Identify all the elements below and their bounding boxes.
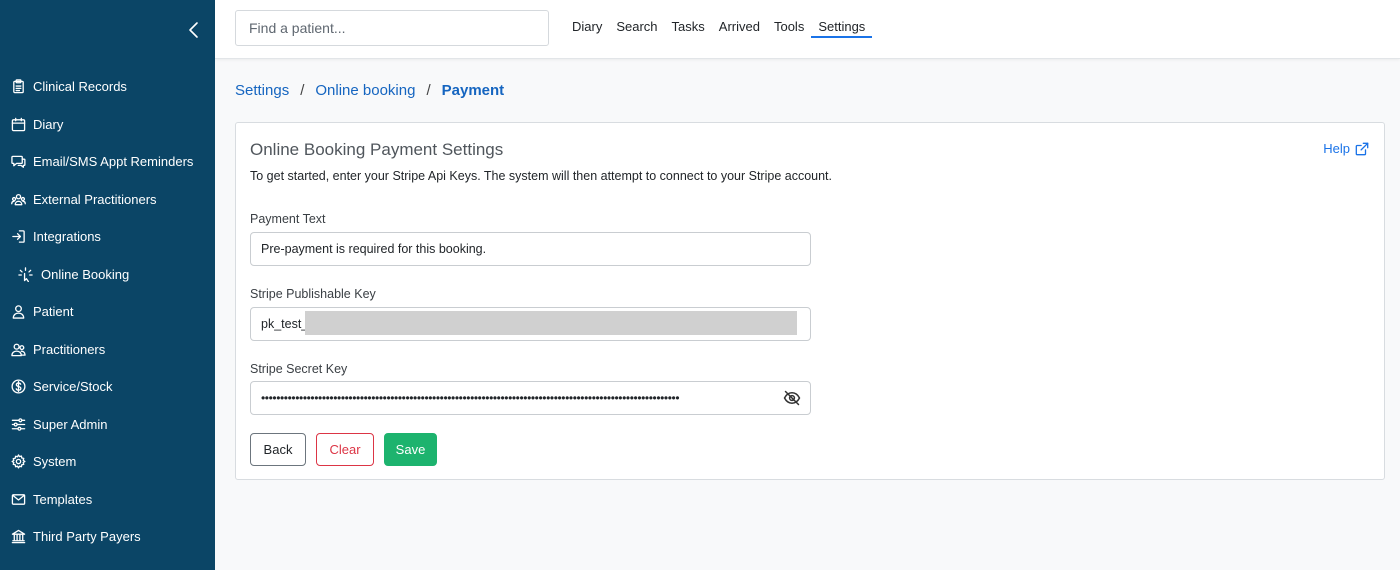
dollar-circle-icon xyxy=(10,379,26,395)
save-button[interactable]: Save xyxy=(384,433,437,466)
sidebar-item-label: Templates xyxy=(33,491,93,507)
eye-slash-icon[interactable] xyxy=(783,389,801,407)
sidebar-item-diary[interactable]: Diary xyxy=(0,106,215,144)
sidebar-item-email-sms-reminders[interactable]: Email/SMS Appt Reminders xyxy=(0,143,215,181)
sidebar-item-patient[interactable]: Patient xyxy=(0,293,215,331)
chevron-left-icon[interactable] xyxy=(186,20,202,40)
sidebar-item-system[interactable]: System xyxy=(0,443,215,481)
nav-tools[interactable]: Tools xyxy=(767,19,811,38)
sidebar-item-label: Third Party Payers xyxy=(33,529,141,545)
intro-text: To get started, enter your Stripe Api Ke… xyxy=(250,169,833,183)
secret-key-value: ••••••••••••••••••••••••••••••••••••••••… xyxy=(261,391,680,405)
publishable-key-input[interactable]: pk_test_ xyxy=(250,307,811,341)
secret-key-input[interactable]: ••••••••••••••••••••••••••••••••••••••••… xyxy=(250,381,811,415)
nav-tasks[interactable]: Tasks xyxy=(665,19,712,38)
card-title: Online Booking Payment Settings xyxy=(250,140,504,159)
people-network-icon xyxy=(10,191,26,207)
nav-settings[interactable]: Settings xyxy=(811,19,873,38)
sidebar-menu: Clinical Records Diary Email/SMS Appt Re… xyxy=(0,68,215,556)
breadcrumb-settings[interactable]: Settings xyxy=(235,82,289,99)
sidebar-item-label: Clinical Records xyxy=(33,79,127,95)
people-icon xyxy=(10,341,26,357)
payment-text-value: Pre-payment is required for this booking… xyxy=(261,242,487,256)
breadcrumb: Settings / Online booking / Payment xyxy=(235,82,504,99)
bank-icon xyxy=(10,529,26,545)
sidebar-item-service-stock[interactable]: Service/Stock xyxy=(0,368,215,406)
sidebar-item-external-practitioners[interactable]: External Practitioners xyxy=(0,181,215,219)
sidebar-item-label: Integrations xyxy=(33,229,101,245)
breadcrumb-separator: / xyxy=(426,82,431,99)
sidebar-item-label: Super Admin xyxy=(33,416,108,432)
sliders-icon xyxy=(10,416,26,432)
sidebar-item-templates[interactable]: Templates xyxy=(0,481,215,519)
sidebar-item-label: System xyxy=(33,454,77,470)
help-link[interactable]: Help xyxy=(1323,141,1369,156)
gear-icon xyxy=(10,454,26,470)
chat-icon xyxy=(10,154,26,170)
external-link-icon xyxy=(1355,142,1369,155)
top-bar: Diary Search Tasks Arrived Tools Setting… xyxy=(215,0,1400,59)
sidebar-item-integrations[interactable]: Integrations xyxy=(0,218,215,256)
publishable-key-label: Stripe Publishable Key xyxy=(250,287,376,301)
payment-text-label: Payment Text xyxy=(250,212,326,226)
payment-text-input[interactable]: Pre-payment is required for this booking… xyxy=(250,232,811,266)
sidebar-item-label: Patient xyxy=(33,304,74,320)
sidebar-item-label: External Practitioners xyxy=(33,191,157,207)
sidebar-item-label: Email/SMS Appt Reminders xyxy=(33,154,194,170)
breadcrumb-online-booking[interactable]: Online booking xyxy=(315,82,415,99)
redacted-block xyxy=(305,311,797,335)
breadcrumb-current: Payment xyxy=(441,82,505,99)
secret-key-label: Stripe Secret Key xyxy=(250,362,348,376)
sparkle-click-icon xyxy=(17,266,33,282)
sign-in-icon xyxy=(10,229,26,245)
sidebar-item-label: Online Booking xyxy=(41,266,130,282)
nav-search[interactable]: Search xyxy=(609,19,664,38)
person-icon xyxy=(10,304,26,320)
clear-button[interactable]: Clear xyxy=(316,433,374,466)
nav-diary[interactable]: Diary xyxy=(565,19,609,38)
envelope-icon xyxy=(10,491,26,507)
sidebar-item-third-party-payers[interactable]: Third Party Payers xyxy=(0,518,215,556)
nav-arrived[interactable]: Arrived xyxy=(712,19,767,38)
sidebar-item-label: Service/Stock xyxy=(33,379,113,395)
sidebar-item-clinical-records[interactable]: Clinical Records xyxy=(0,68,215,106)
calendar-icon xyxy=(10,116,26,132)
help-label: Help xyxy=(1323,141,1350,156)
patient-search-input[interactable] xyxy=(235,10,549,46)
publishable-key-value: pk_test_ xyxy=(261,317,309,331)
back-button[interactable]: Back xyxy=(250,433,306,466)
sidebar: Clinical Records Diary Email/SMS Appt Re… xyxy=(0,0,215,570)
breadcrumb-separator: / xyxy=(300,82,305,99)
sidebar-item-online-booking[interactable]: Online Booking xyxy=(0,256,215,294)
top-nav: Diary Search Tasks Arrived Tools Setting… xyxy=(565,19,873,38)
sidebar-item-super-admin[interactable]: Super Admin xyxy=(0,406,215,444)
sidebar-item-practitioners[interactable]: Practitioners xyxy=(0,331,215,369)
sidebar-item-label: Diary xyxy=(33,116,64,132)
sidebar-item-label: Practitioners xyxy=(33,341,106,357)
clipboard-icon xyxy=(10,79,26,95)
payment-settings-card: Online Booking Payment Settings Help To … xyxy=(235,122,1385,480)
